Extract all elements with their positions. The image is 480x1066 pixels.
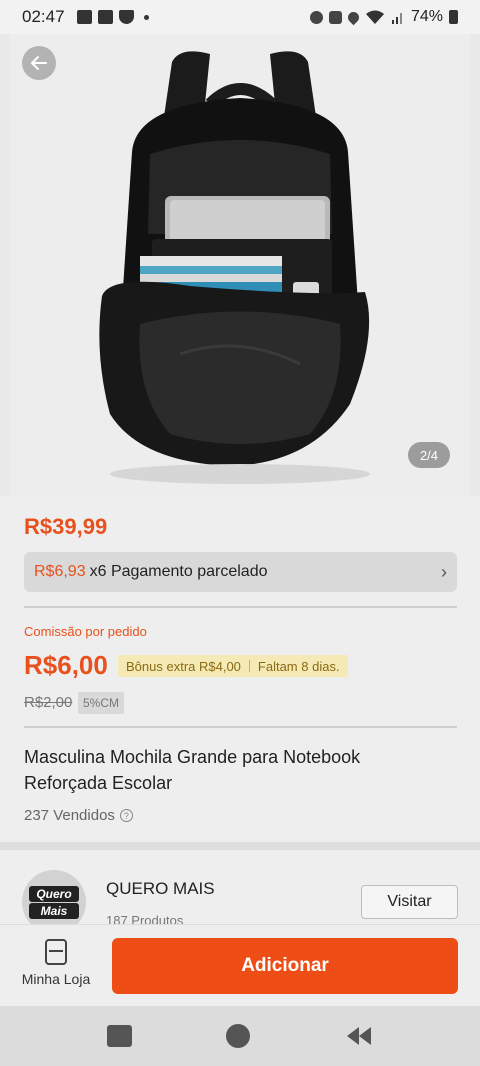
- battery-icon: [449, 10, 458, 24]
- home-icon[interactable]: [226, 1024, 251, 1048]
- divider: [24, 726, 457, 728]
- bottom-action-bar: Minha Loja Adicionar: [0, 924, 480, 1006]
- help-icon[interactable]: ?: [119, 809, 133, 822]
- my-store-button[interactable]: Minha Loja: [18, 939, 94, 987]
- installment-row[interactable]: R$6,93 x6 Pagamento parcelado ›: [24, 552, 457, 592]
- alarm-icon: [309, 10, 323, 24]
- wifi-icon: [365, 10, 384, 24]
- arrow-left-icon: [31, 56, 47, 70]
- section-separator: [0, 842, 480, 850]
- bonus-separator: [248, 660, 250, 672]
- old-commission: R$2,00: [24, 694, 73, 711]
- bonus-text: Bônus extra R$4,00: [126, 658, 241, 674]
- recents-icon[interactable]: [107, 1025, 133, 1047]
- product-image-gallery[interactable]: 2/4: [10, 34, 470, 496]
- location-icon: [345, 9, 362, 25]
- notification-dot: [143, 14, 149, 20]
- system-nav-bar: [0, 1006, 480, 1066]
- shop-section: Quero Mais QUERO MAIS 187 Produtos Visit…: [0, 850, 480, 924]
- chevron-right-icon: ›: [441, 561, 447, 582]
- photo-icon: [97, 10, 113, 24]
- store-icon: [45, 939, 67, 965]
- product-details: R$39,99 R$6,93 x6 Pagamento parcelado › …: [0, 496, 480, 842]
- sold-count: 237 Vendidos: [24, 807, 115, 824]
- divider: [24, 606, 457, 608]
- shop-product-count: 187 Produtos: [106, 913, 184, 924]
- back-button[interactable]: [22, 46, 56, 80]
- my-store-label: Minha Loja: [21, 971, 91, 987]
- commission-rate-badge: 5%CM: [78, 692, 125, 714]
- visit-shop-button[interactable]: Visitar: [361, 885, 458, 919]
- shield-icon: [118, 10, 134, 24]
- battery-percent: 74%: [410, 8, 443, 25]
- product-price: R$39,99: [24, 514, 108, 539]
- gallery-icon: [76, 10, 92, 24]
- status-time: 02:47: [22, 7, 65, 26]
- installment-text: x6 Pagamento parcelado: [89, 563, 268, 580]
- bonus-badge: Bônus extra R$4,00 Faltam 8 dias.: [118, 655, 348, 677]
- product-image-backpack: [99, 51, 370, 484]
- image-counter: 2/4: [408, 442, 450, 468]
- bonus-remaining: Faltam 8 dias.: [257, 658, 340, 674]
- status-bar: 02:47 74%: [0, 0, 480, 34]
- shop-avatar[interactable]: Quero Mais: [22, 870, 86, 924]
- back-nav-icon[interactable]: [345, 1025, 373, 1047]
- product-title: Masculina Mochila Grande para Notebook R…: [24, 747, 361, 793]
- installment-price: R$6,93: [34, 563, 86, 580]
- add-button[interactable]: Adicionar: [112, 938, 458, 994]
- shop-name[interactable]: QUERO MAIS: [106, 879, 215, 899]
- mute-icon: [328, 10, 342, 24]
- status-icons-right: 74%: [309, 8, 458, 26]
- commission-amount: R$6,00: [24, 650, 108, 680]
- status-icons-left: [76, 10, 149, 24]
- shop-logo: Quero Mais: [29, 885, 79, 920]
- commission-label: Comissão por pedido: [24, 624, 147, 639]
- signal-icon: [391, 13, 402, 24]
- sold-count-row: 237 Vendidos ?: [24, 807, 133, 824]
